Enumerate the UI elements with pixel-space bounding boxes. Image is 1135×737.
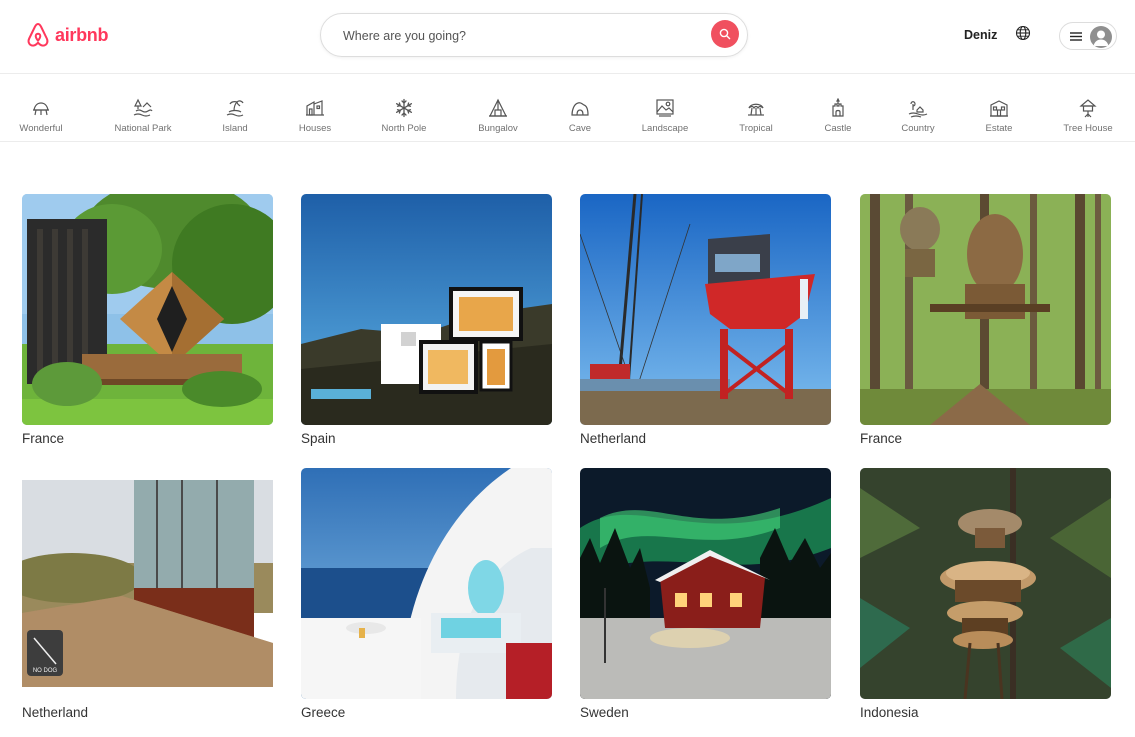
- wonderful-icon: [33, 102, 49, 116]
- category-wonderful[interactable]: Wonderful: [0, 98, 86, 134]
- landscape-icon: [656, 99, 674, 117]
- listing-location: France: [860, 431, 903, 446]
- category-label: Tropical: [739, 123, 773, 134]
- listing-photo: [301, 194, 552, 425]
- user-avatar-icon: [1090, 26, 1112, 48]
- listing-card[interactable]: Netherland: [580, 194, 831, 446]
- estate-icon: [990, 100, 1008, 117]
- listing-photo: NO DOG: [22, 468, 273, 699]
- user-name-link[interactable]: Deniz: [964, 28, 997, 42]
- user-menu-button[interactable]: [1059, 22, 1117, 50]
- category-label: North Pole: [381, 123, 427, 134]
- category-north-pole[interactable]: North Pole: [359, 98, 449, 134]
- castle-icon: [832, 98, 844, 117]
- top-header: airbnb Deniz: [0, 0, 1135, 74]
- category-label: Country: [901, 123, 935, 134]
- listing-card[interactable]: Greece: [301, 468, 552, 720]
- snowflake-icon: [395, 98, 413, 118]
- houses-icon: [306, 100, 324, 116]
- hamburger-menu-icon: [1070, 32, 1082, 41]
- category-label: Estate: [985, 123, 1013, 134]
- category-label: Island: [222, 123, 248, 134]
- category-bar: Wonderful National Park Island Houses No…: [0, 74, 1135, 142]
- listing-card[interactable]: NO DOG Netherland: [22, 468, 273, 720]
- listing-photo: [860, 468, 1111, 699]
- national-park-icon: [133, 98, 153, 117]
- listing-location: Sweden: [580, 705, 629, 720]
- category-tree-house[interactable]: Tree House: [1043, 98, 1133, 134]
- listing-card[interactable]: Spain: [301, 194, 552, 446]
- airbnb-logo-icon: [27, 23, 49, 47]
- listing-photo: [860, 194, 1111, 425]
- category-label: Houses: [298, 123, 332, 134]
- category-label: Bungalov: [478, 123, 518, 134]
- category-label: Landscape: [641, 123, 689, 134]
- listing-location: Netherland: [580, 431, 647, 446]
- cave-icon: [571, 102, 589, 116]
- category-label: Castle: [824, 123, 852, 134]
- tropical-icon: [748, 103, 764, 116]
- listing-card[interactable]: France: [860, 194, 1111, 446]
- globe-icon[interactable]: [1015, 25, 1031, 41]
- category-houses[interactable]: Houses: [270, 98, 360, 134]
- island-icon: [226, 100, 244, 117]
- search-button[interactable]: [711, 20, 739, 48]
- listing-card[interactable]: Indonesia: [860, 468, 1111, 720]
- airbnb-logo[interactable]: airbnb: [26, 22, 109, 48]
- svg-text:NO DOG: NO DOG: [33, 668, 58, 674]
- bungalov-icon: [489, 98, 507, 117]
- category-label: Tree House: [1063, 123, 1113, 134]
- listing-location: France: [22, 431, 65, 446]
- listing-card[interactable]: France: [22, 194, 273, 446]
- category-estate[interactable]: Estate: [954, 98, 1044, 134]
- category-country[interactable]: Country: [873, 98, 963, 134]
- category-island[interactable]: Island: [190, 98, 280, 134]
- category-label: National Park: [114, 123, 172, 134]
- search-input[interactable]: [343, 26, 703, 46]
- listing-photo: [580, 468, 831, 699]
- listing-location: Indonesia: [860, 705, 919, 720]
- listing-photo: [301, 468, 552, 699]
- category-national-park[interactable]: National Park: [98, 98, 188, 134]
- brand-name: airbnb: [55, 24, 109, 45]
- category-tropical[interactable]: Tropical: [711, 98, 801, 134]
- category-label: Wonderful: [19, 123, 63, 134]
- category-cave[interactable]: Cave: [535, 98, 625, 134]
- country-icon: [908, 101, 928, 118]
- listing-photo: [22, 194, 273, 425]
- listing-photo: [580, 194, 831, 425]
- listing-location: Netherland: [22, 705, 89, 720]
- category-bungalov[interactable]: Bungalov: [453, 98, 543, 134]
- listing-card[interactable]: Sweden: [580, 468, 831, 720]
- listing-location: Greece: [301, 705, 346, 720]
- listing-location: Spain: [301, 431, 336, 446]
- category-label: Cave: [568, 123, 592, 134]
- search-bar[interactable]: [320, 13, 748, 57]
- category-castle[interactable]: Castle: [793, 98, 883, 134]
- search-icon: [719, 28, 731, 40]
- tree-house-icon: [1079, 99, 1097, 118]
- category-landscape[interactable]: Landscape: [620, 98, 710, 134]
